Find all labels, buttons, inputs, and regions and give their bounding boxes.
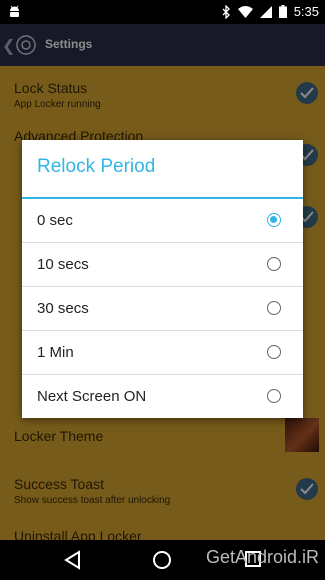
option-label: 10 secs [37,256,89,273]
option-label: Next Screen ON [37,388,147,405]
bluetooth-icon [222,4,230,19]
home-circle-icon[interactable] [152,550,172,570]
option-label: 30 secs [37,300,89,317]
status-bar: 5:35 [0,0,325,24]
battery-icon [278,5,287,18]
dialog-title: Relock Period [37,156,156,177]
relock-period-dialog: Relock Period 0 sec 10 secs 30 secs 1 Mi… [22,140,303,418]
clock: 5:35 [293,4,319,19]
option-label: 0 sec [37,212,73,229]
radio-icon[interactable] [267,301,281,315]
watermark: GetAndroid.iR [205,547,319,567]
android-notification-icon [10,5,19,17]
option-10-secs[interactable]: 10 secs [22,243,303,287]
option-label: 1 Min [37,344,74,361]
option-30-secs[interactable]: 30 secs [22,287,303,331]
back-triangle-icon[interactable] [63,550,81,570]
cellular-signal-icon [259,5,272,18]
radio-icon[interactable] [267,257,281,271]
option-next-screen-on[interactable]: Next Screen ON [22,375,303,419]
radio-icon[interactable] [267,345,281,359]
option-0-sec[interactable]: 0 sec [22,199,303,243]
radio-icon[interactable] [267,389,281,403]
wifi-icon [237,5,253,18]
radio-selected-icon[interactable] [267,213,281,227]
option-1-min[interactable]: 1 Min [22,331,303,375]
